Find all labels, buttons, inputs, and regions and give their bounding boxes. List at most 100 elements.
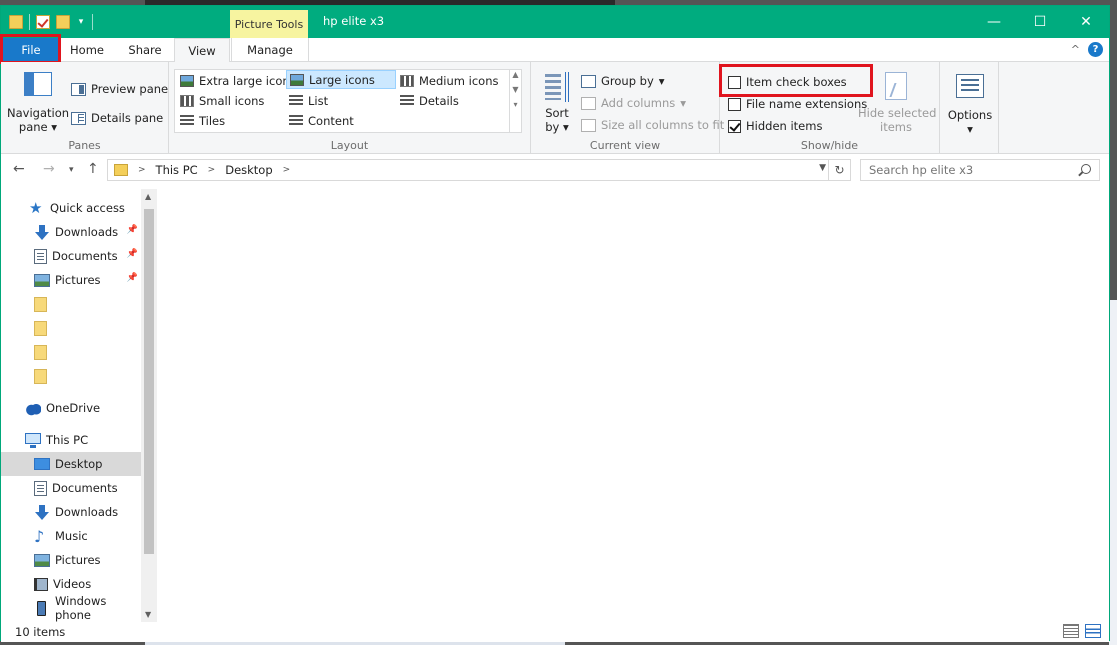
navigation-pane-button[interactable]: Navigation pane ▾	[7, 72, 69, 134]
nav-this-pc[interactable]: This PC	[1, 428, 141, 452]
ribbon-tabs: File Home Share View Manage ^ ?	[1, 38, 1109, 63]
preview-pane-button[interactable]: Preview pane	[71, 82, 168, 96]
phone-icon	[37, 600, 46, 616]
search-input[interactable]	[869, 163, 1079, 177]
up-arrow-icon[interactable]: ↑	[87, 161, 99, 177]
nav-pc-documents[interactable]: Documents	[1, 476, 141, 500]
layout-group-label: Layout	[330, 139, 369, 152]
tab-home[interactable]: Home	[61, 38, 113, 62]
layout-tiles[interactable]: Tiles	[177, 111, 228, 130]
layout-list[interactable]: List	[286, 91, 331, 110]
help-icon[interactable]: ?	[1088, 42, 1103, 57]
chevron-up-icon[interactable]: ▲	[510, 70, 521, 79]
nav-folder-3[interactable]	[1, 340, 141, 364]
back-arrow-icon[interactable]: ←	[13, 161, 25, 177]
breadcrumb-this-pc[interactable]: This PC	[156, 163, 198, 177]
details-pane-button[interactable]: Details pane	[71, 111, 163, 125]
address-bar[interactable]: > This PC > Desktop > ▼ ↻	[107, 159, 851, 181]
chevron-right-icon[interactable]: >	[138, 165, 146, 175]
nav-pc-downloads[interactable]: Downloads	[1, 500, 141, 524]
close-button[interactable]: ✕	[1063, 6, 1109, 38]
nav-pc-windows-phone[interactable]: Windows phone	[1, 594, 141, 622]
pin-icon[interactable]: 📌	[127, 273, 138, 283]
tab-file[interactable]: File	[3, 38, 59, 62]
nav-pc-pictures[interactable]: Pictures	[1, 548, 141, 572]
details-pane-icon	[71, 111, 86, 125]
pin-icon[interactable]: 📌	[127, 249, 138, 259]
recent-locations-chevron-icon[interactable]: ▾	[69, 165, 74, 175]
collapse-ribbon-chevron-icon[interactable]: ^	[1071, 43, 1080, 56]
title-bar[interactable]: ▾ Picture Tools hp elite x3 — ☐ ✕	[1, 6, 1109, 38]
document-icon	[34, 480, 47, 496]
chevron-right-icon[interactable]: >	[208, 165, 216, 175]
chevron-up-icon[interactable]: ▲	[145, 192, 151, 201]
layout-large-icons[interactable]: Large icons	[286, 70, 396, 89]
address-history-chevron-icon[interactable]: ▼	[819, 163, 826, 173]
chevron-down-icon[interactable]: ▼	[510, 85, 521, 94]
layout-medium-icons[interactable]: Medium icons	[397, 71, 501, 90]
ribbon-view: Navigation pane ▾ Preview pane Details p…	[1, 62, 1109, 154]
nav-folder-2[interactable]	[1, 316, 141, 340]
search-icon[interactable]	[1081, 164, 1091, 174]
add-columns-button[interactable]: Add columns ▾	[581, 96, 686, 110]
properties-icon[interactable]	[36, 15, 50, 29]
layout-extra-large-icons[interactable]: Extra large icons	[177, 71, 299, 90]
nav-onedrive[interactable]: OneDrive	[1, 396, 141, 420]
nav-pc-music[interactable]: ♪ Music	[1, 524, 141, 548]
document-icon	[34, 248, 47, 264]
size-columns-button[interactable]: Size all columns to fit	[581, 118, 724, 132]
nav-scrollbar-thumb[interactable]	[144, 209, 154, 554]
star-icon: ★	[29, 198, 43, 217]
chevron-down-icon[interactable]: ▼	[145, 610, 151, 619]
gallery-expand-icon[interactable]: ▾	[510, 100, 521, 109]
nav-folder-4[interactable]	[1, 364, 141, 388]
tab-share[interactable]: Share	[119, 38, 171, 62]
nav-qa-documents[interactable]: Documents 📌	[1, 244, 141, 268]
nav-qa-pictures[interactable]: Pictures 📌	[1, 268, 141, 292]
tab-manage[interactable]: Manage	[231, 38, 309, 62]
minimize-button[interactable]: —	[971, 6, 1017, 38]
chevron-down-icon: ▾	[680, 96, 687, 110]
refresh-icon[interactable]: ↻	[828, 160, 850, 180]
sort-by-button[interactable]: Sort by ▾	[539, 72, 575, 134]
nav-pc-desktop[interactable]: Desktop	[1, 452, 141, 476]
layout-details[interactable]: Details	[397, 91, 462, 110]
item-count: 10 items	[15, 625, 66, 639]
new-folder-icon[interactable]	[56, 15, 70, 29]
item-check-boxes-option[interactable]: Item check boxes	[728, 75, 847, 89]
hidden-items-option[interactable]: Hidden items	[728, 119, 822, 133]
hide-selected-items-button[interactable]: Hide selected items	[858, 72, 936, 134]
folder-icon	[34, 296, 47, 312]
file-name-extensions-option[interactable]: File name extensions	[728, 97, 867, 111]
file-name-extensions-checkbox[interactable]	[728, 97, 741, 111]
maximize-button[interactable]: ☐	[1017, 6, 1063, 38]
nav-scrollbar[interactable]: ▲ ▼	[141, 189, 157, 622]
layout-gallery-scroll[interactable]: ▲ ▼ ▾	[509, 70, 521, 132]
customize-toolbar-chevron-icon[interactable]: ▾	[76, 17, 86, 27]
forward-arrow-icon[interactable]: →	[43, 161, 55, 177]
file-list-area[interactable]	[158, 189, 1109, 622]
options-button[interactable]: Options ▾	[944, 74, 996, 136]
folder-icon[interactable]	[9, 15, 23, 29]
pictures-icon	[34, 553, 50, 567]
layout-content[interactable]: Content	[286, 111, 357, 130]
small-icons-icon	[180, 94, 194, 107]
tab-view[interactable]: View	[174, 38, 230, 63]
chevron-right-icon[interactable]: >	[283, 165, 291, 175]
group-by-button[interactable]: Group by ▾	[581, 74, 665, 88]
navigation-pane-icon	[24, 72, 52, 96]
nav-folder-1[interactable]	[1, 292, 141, 316]
breadcrumb-desktop[interactable]: Desktop	[225, 163, 272, 177]
search-box[interactable]	[860, 159, 1100, 181]
hidden-items-checkbox[interactable]	[728, 119, 741, 133]
layout-gallery: Extra large icons Large icons Medium ico…	[174, 69, 522, 133]
nav-qa-downloads[interactable]: Downloads 📌	[1, 220, 141, 244]
item-check-boxes-checkbox[interactable]	[728, 75, 741, 89]
large-icons-view-icon[interactable]	[1085, 624, 1101, 638]
nav-pc-videos[interactable]: Videos	[1, 572, 141, 596]
list-icon	[289, 94, 303, 107]
layout-small-icons[interactable]: Small icons	[177, 91, 267, 110]
details-view-icon[interactable]	[1063, 624, 1079, 638]
nav-quick-access[interactable]: ★ Quick access	[1, 196, 141, 220]
pin-icon[interactable]: 📌	[127, 225, 138, 235]
